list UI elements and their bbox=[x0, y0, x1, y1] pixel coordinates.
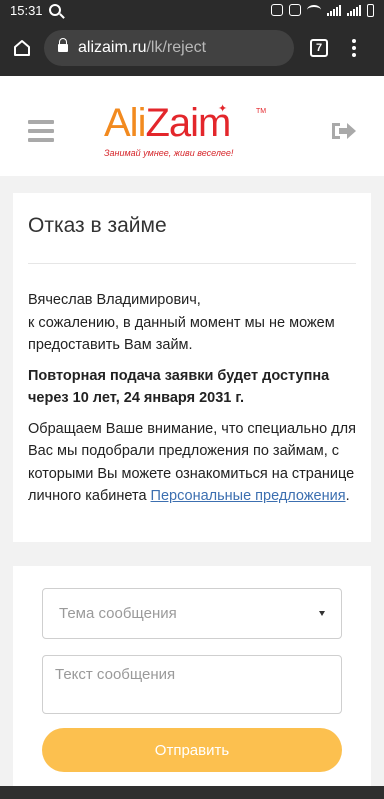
logo-text: AliZaim bbox=[104, 101, 231, 145]
wifi-icon bbox=[307, 5, 321, 15]
status-icons bbox=[271, 3, 374, 17]
browser-menu-button[interactable] bbox=[352, 39, 356, 57]
browser-toolbar: alizaim.ru/lk/reject 7 bbox=[0, 20, 384, 76]
card-body: Вячеслав Владимирович, к сожалению, в да… bbox=[28, 289, 359, 516]
topic-select[interactable]: Тема сообщения bbox=[42, 588, 342, 639]
home-button[interactable] bbox=[0, 20, 44, 76]
personal-offers-link[interactable]: Персональные предложения bbox=[151, 488, 346, 504]
home-icon bbox=[14, 40, 30, 56]
divider bbox=[28, 263, 356, 264]
message-form-card: Тема сообщения Текст сообщения Отправить bbox=[13, 566, 371, 796]
reapply-notice: Повторная подача заявки будет доступна ч… bbox=[28, 367, 330, 407]
rejection-card: Отказ в займе Вячеслав Владимирович, к с… bbox=[13, 193, 371, 542]
info-text: Обращаем Ваше внимание, что специально д… bbox=[28, 418, 359, 508]
logo-star-icon: ✦ bbox=[218, 103, 228, 115]
message-placeholder: Текст сообщения bbox=[55, 666, 176, 683]
tab-switcher-button[interactable]: 7 bbox=[310, 39, 328, 57]
logo-tm: TM bbox=[256, 108, 267, 115]
status-time: 15:31 bbox=[10, 2, 43, 18]
alarm-icon bbox=[271, 4, 283, 16]
page-title: Отказ в займе bbox=[28, 214, 167, 237]
logo-slogan: Занимай умнее, живи веселее! bbox=[104, 148, 234, 158]
signal-icon-2 bbox=[347, 4, 361, 16]
bottom-bar bbox=[0, 786, 384, 799]
chevron-down-icon bbox=[319, 611, 325, 616]
alizaim-logo[interactable]: AliZaim ✦ TM Занимай умнее, живи веселее… bbox=[104, 100, 266, 168]
tab-count: 7 bbox=[315, 42, 323, 54]
hamburger-menu-icon[interactable] bbox=[28, 120, 54, 142]
search-icon bbox=[48, 4, 61, 16]
site-header: AliZaim ✦ TM Занимай умнее, живи веселее… bbox=[0, 76, 384, 176]
link-suffix: . bbox=[345, 488, 350, 504]
logout-icon[interactable] bbox=[330, 120, 358, 142]
url-host: alizaim.ru bbox=[78, 39, 147, 56]
signal-icon bbox=[327, 4, 341, 16]
url-bar[interactable]: alizaim.ru/lk/reject bbox=[44, 30, 294, 66]
greeting-name: Вячеслав Владимирович, bbox=[28, 292, 201, 308]
greeting-message: к сожалению, в данный момент мы не можем… bbox=[28, 314, 335, 354]
topic-placeholder: Тема сообщения bbox=[59, 605, 177, 622]
url-path: /lk/reject bbox=[146, 39, 207, 56]
message-textarea[interactable]: Текст сообщения bbox=[42, 655, 342, 714]
lock-icon bbox=[58, 38, 68, 52]
status-bar: 15:31 bbox=[0, 0, 384, 20]
submit-button[interactable]: Отправить bbox=[42, 728, 342, 772]
battery-icon bbox=[367, 3, 374, 17]
greeting: Вячеслав Владимирович, к сожалению, в да… bbox=[28, 289, 359, 357]
mute-icon bbox=[289, 4, 301, 16]
